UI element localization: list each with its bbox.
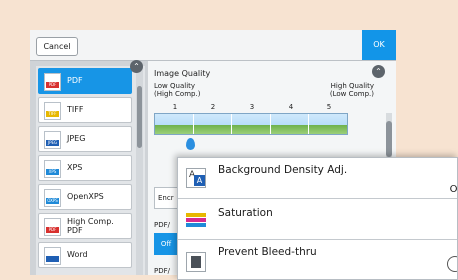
format-label: PDF xyxy=(67,76,83,85)
pdf-file-icon: PDF xyxy=(44,73,61,91)
scroll-up-icon[interactable]: ⌃ xyxy=(372,65,385,78)
format-item-tiff[interactable]: TIFF TIFF xyxy=(38,97,132,123)
pdfa-label-2: PDF/ xyxy=(154,267,170,275)
off-button[interactable]: Off xyxy=(154,233,178,255)
tick-label: 3 xyxy=(249,103,255,111)
menu-item-label: Prevent Bleed-thru xyxy=(218,246,317,258)
format-label: Word xyxy=(67,250,88,259)
low-quality-label: Low Quality (High Comp.) xyxy=(154,82,201,98)
tick-label: 5 xyxy=(326,103,332,111)
format-label: JPEG xyxy=(67,134,86,143)
slider-step[interactable] xyxy=(270,114,310,134)
format-label: TIFF xyxy=(67,105,84,114)
menu-item-saturation[interactable]: Saturation ( xyxy=(178,199,457,240)
word-file-icon xyxy=(44,247,61,265)
saturation-icon xyxy=(186,211,206,231)
pdfa-label: PDF/ xyxy=(154,221,170,229)
menu-item-background-density[interactable]: A A Background Density Adj. Of xyxy=(178,158,457,199)
format-item-pdf[interactable]: PDF PDF xyxy=(38,68,132,94)
tick-label: 2 xyxy=(210,103,216,111)
toggle-switch-icon[interactable] xyxy=(447,256,457,272)
format-list-scroll-thumb[interactable] xyxy=(137,86,142,148)
settings-scroll-thumb[interactable] xyxy=(386,121,392,157)
cancel-button[interactable]: Cancel xyxy=(36,37,78,56)
format-label: High Comp. PDF xyxy=(67,217,114,235)
tick-label: 1 xyxy=(172,103,178,111)
menu-item-label: Saturation xyxy=(218,207,273,219)
high-comp-pdf-icon: PDF xyxy=(44,218,61,236)
jpeg-file-icon: JPEG xyxy=(44,131,61,149)
image-quality-slider[interactable] xyxy=(154,113,348,135)
format-item-word[interactable]: Word xyxy=(38,242,132,268)
format-item-jpeg[interactable]: JPEG JPEG xyxy=(38,126,132,152)
openxps-file-icon: OXPS xyxy=(44,189,61,207)
format-item-high-comp-pdf[interactable]: PDF High Comp. PDF xyxy=(38,213,132,239)
file-format-list: PDF PDF TIFF TIFF JPEG JPEG XPS XPS OXPS xyxy=(36,66,145,275)
format-label: OpenXPS xyxy=(67,192,104,201)
ok-button[interactable]: OK xyxy=(362,30,396,60)
image-quality-title: Image Quality xyxy=(154,69,211,78)
slider-step[interactable] xyxy=(309,114,347,134)
xps-file-icon: XPS xyxy=(44,160,61,178)
tiff-file-icon: TIFF xyxy=(44,102,61,120)
background-density-icon: A A xyxy=(186,168,206,188)
high-quality-label: High Quality (Low Comp.) xyxy=(329,82,374,98)
tick-label: 4 xyxy=(288,103,294,111)
format-item-xps[interactable]: XPS XPS xyxy=(38,155,132,181)
slider-step[interactable] xyxy=(155,114,194,134)
menu-item-value: Of xyxy=(449,184,458,195)
slider-step[interactable] xyxy=(232,114,271,134)
image-adjust-menu: A A Background Density Adj. Of Saturatio… xyxy=(177,157,458,280)
scroll-up-icon[interactable]: ⌃ xyxy=(130,60,143,73)
prevent-bleed-thru-icon xyxy=(186,252,206,272)
top-bar: Cancel OK xyxy=(30,30,396,61)
slider-step[interactable] xyxy=(193,114,233,134)
slider-handle-icon[interactable] xyxy=(186,138,195,150)
menu-item-label: Background Density Adj. xyxy=(218,164,348,176)
format-item-openxps[interactable]: OXPS OpenXPS xyxy=(38,184,132,210)
menu-item-prevent-bleed-thru[interactable]: Prevent Bleed-thru xyxy=(178,240,457,279)
format-label: XPS xyxy=(67,163,83,172)
